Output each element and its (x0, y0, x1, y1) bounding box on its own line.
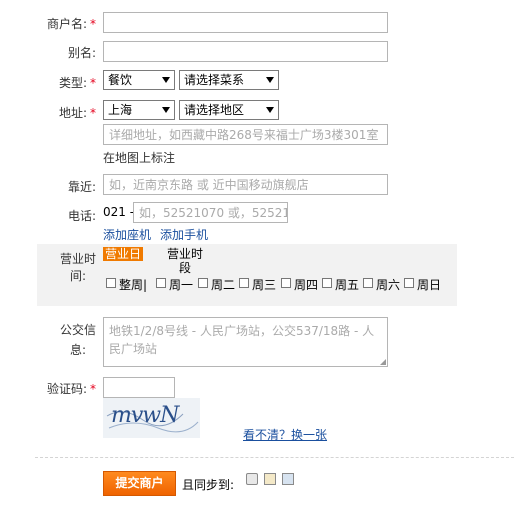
cuisine-select[interactable]: 请选择菜系 (179, 70, 279, 90)
captcha-label: 验证码: * (46, 382, 96, 396)
add-landline-link[interactable]: 添加座机 (103, 226, 151, 243)
tab-business-hours[interactable]: 营业时 段 (165, 247, 205, 275)
district-select-value: 请选择地区 (184, 103, 245, 117)
bus-info-label: 公交信 息: (59, 323, 96, 357)
required-mark: * (90, 382, 96, 396)
category-select-value: 餐饮 (108, 73, 133, 87)
city-select[interactable]: 上海 (103, 100, 175, 120)
address-label: 地址: * (58, 106, 96, 120)
merchant-name-label: 商户名: * (46, 17, 96, 31)
map-mark-link[interactable]: 在地图上标注 (103, 149, 175, 166)
chevron-down-icon (266, 107, 274, 113)
sync-site-2-icon[interactable] (264, 473, 276, 485)
weekday-checkbox[interactable] (106, 278, 116, 288)
alias-input[interactable] (103, 41, 388, 62)
captcha-input[interactable] (103, 377, 175, 398)
required-mark: * (90, 76, 96, 90)
phone-area-code: 021 - (103, 205, 135, 219)
business-hours-panel (37, 244, 457, 306)
required-mark: * (90, 17, 96, 31)
weekday-checkbox[interactable] (281, 278, 291, 288)
chevron-down-icon (162, 77, 170, 83)
address-detail-input[interactable]: 详细地址，如西藏中路268号来福士广场3楼301室 (103, 124, 388, 145)
captcha-graphic: mvwN (106, 403, 199, 433)
weekday-label: 整周| (119, 278, 148, 292)
sync-site-3-icon[interactable] (282, 473, 294, 485)
category-select[interactable]: 餐饮 (103, 70, 175, 90)
bus-info-textarea[interactable]: 地铁1/2/8号线 - 人民广场站，公交537/18路 - 人民广场站 (103, 317, 388, 367)
business-hours-label: 营业时 间: (59, 252, 96, 283)
captcha-text: mvwN (111, 403, 180, 428)
weekday-label: 周四 (294, 278, 319, 292)
chevron-down-icon (162, 107, 170, 113)
cuisine-select-value: 请选择菜系 (184, 73, 245, 87)
weekday-label: 周三 (252, 278, 277, 292)
nearby-input[interactable]: 如，近南京东路 或 近中国移动旗舰店 (103, 174, 388, 195)
weekday-label: 周六 (376, 278, 401, 292)
weekday-label: 周日 (417, 278, 442, 292)
submit-merchant-button[interactable]: 提交商户 (103, 471, 176, 496)
weekday-checkbox[interactable] (404, 278, 414, 288)
merchant-name-input[interactable] (103, 12, 388, 33)
captcha-refresh-link[interactable]: 看不清？换一张 (243, 426, 327, 443)
alias-label: 别名: (67, 46, 96, 60)
tab-business-days[interactable]: 营业日 (103, 247, 144, 261)
weekday-label: 周一 (169, 278, 194, 292)
phone-label: 电话: (67, 209, 96, 223)
weekday-label: 周五 (335, 278, 360, 292)
required-mark: * (90, 106, 96, 120)
resize-handle-icon[interactable] (380, 359, 386, 365)
nearby-label: 靠近: (67, 180, 96, 194)
add-mobile-link[interactable]: 添加手机 (160, 226, 208, 243)
sync-site-1-icon[interactable] (246, 473, 258, 485)
weekday-checkbox[interactable] (239, 278, 249, 288)
weekday-checkbox[interactable] (322, 278, 332, 288)
sync-label: 且同步到: (182, 478, 235, 492)
type-label: 类型: * (58, 76, 96, 90)
captcha-image[interactable]: mvwN (103, 398, 200, 438)
chevron-down-icon (266, 77, 274, 83)
weekday-label: 周二 (211, 278, 236, 292)
phone-input[interactable]: 如，52521070 或，52521070 (133, 202, 288, 223)
divider (35, 457, 514, 458)
district-select[interactable]: 请选择地区 (179, 100, 279, 120)
weekday-checkbox[interactable] (198, 278, 208, 288)
weekday-checkbox[interactable] (156, 278, 166, 288)
weekday-checkbox[interactable] (363, 278, 373, 288)
city-select-value: 上海 (108, 103, 133, 117)
